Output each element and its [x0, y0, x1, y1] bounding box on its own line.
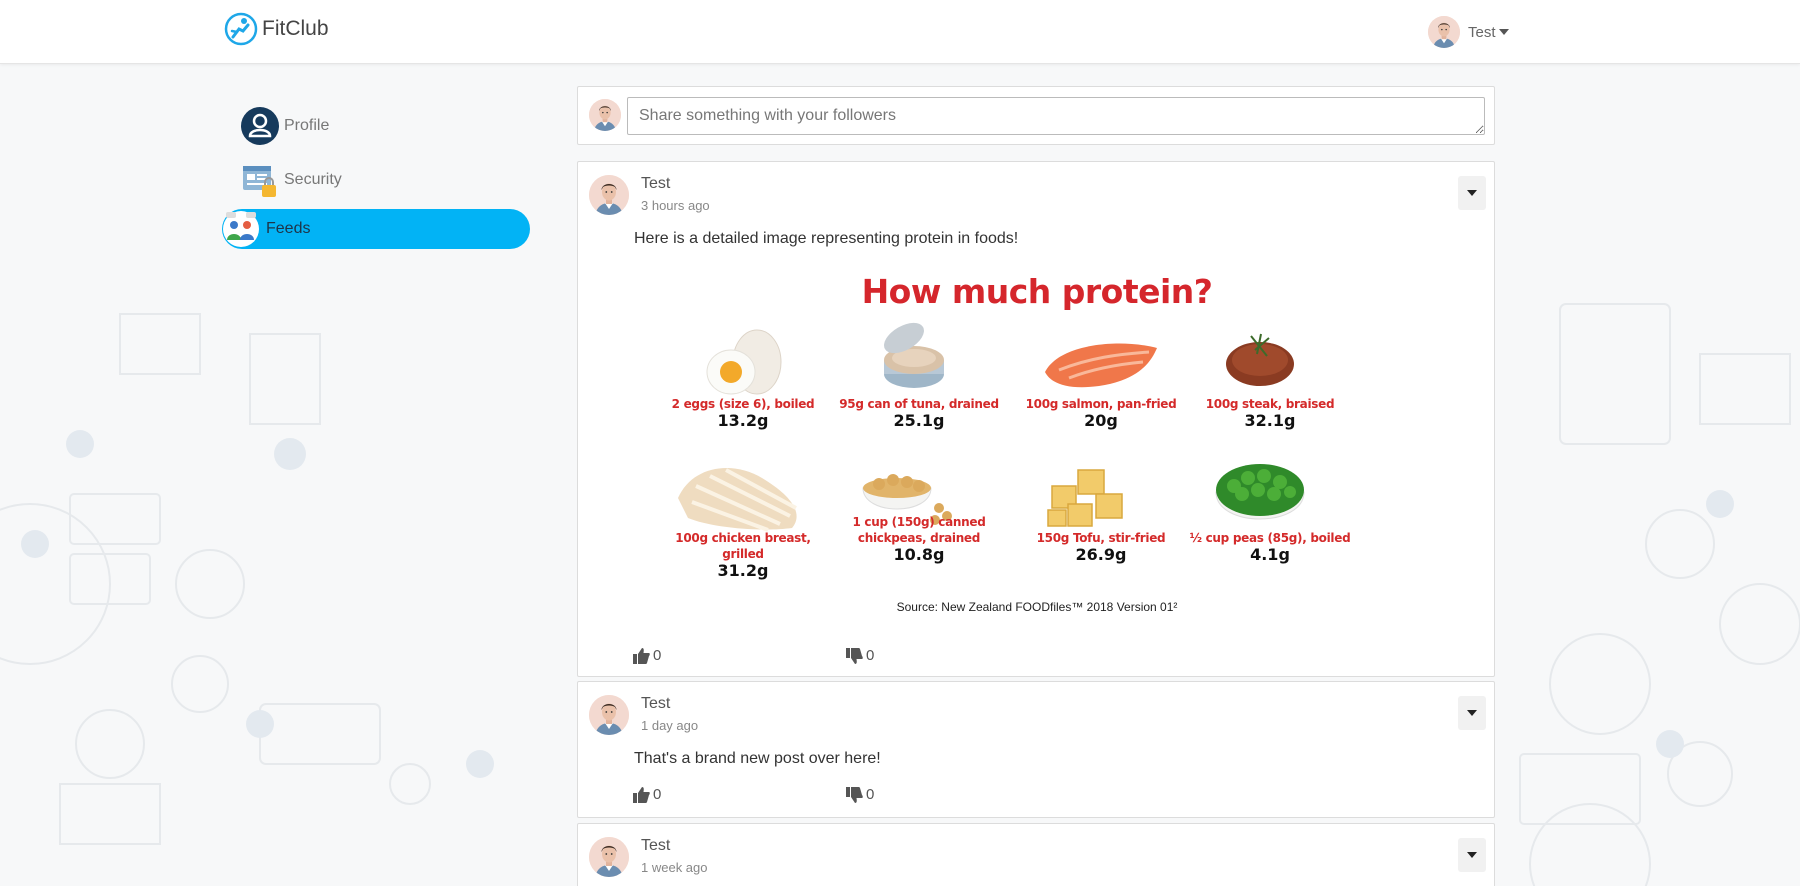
brand-name: FitClub: [262, 17, 329, 40]
food-name: 100g salmon, pan-fried: [1025, 397, 1177, 411]
post-options-button[interactable]: [1458, 838, 1486, 872]
food-item: 100g chicken breast, grilled 31.2g: [655, 530, 831, 580]
user-circle-icon: [241, 107, 279, 145]
food-name: 1 cup (150g) canned chickpeas, drained: [852, 515, 986, 545]
food-item: 100g steak, braised 32.1g: [1182, 396, 1358, 430]
food-item: 150g Tofu, stir-fried 26.9g: [1013, 530, 1189, 564]
protein-value: 31.2g: [717, 561, 769, 580]
post-options-button[interactable]: [1458, 176, 1486, 210]
steak-icon: [1226, 333, 1294, 386]
share-post-input[interactable]: [627, 97, 1485, 135]
thumbs-down-icon: [846, 786, 863, 803]
food-item: 1 cup (150g) canned chickpeas, drained 1…: [831, 514, 1007, 564]
post-text: That's a brand new post over here!: [634, 750, 881, 767]
post-timestamp: 3 hours ago: [641, 198, 710, 213]
caret-down-icon: [1467, 190, 1477, 196]
post-timestamp: 1 day ago: [641, 718, 699, 733]
protein-value: 10.8g: [893, 545, 945, 564]
user-menu-toggle[interactable]: Test: [1428, 16, 1509, 48]
sidebar-item-label: Profile: [284, 117, 330, 134]
post-author-avatar[interactable]: [589, 175, 629, 215]
protein-value: 25.1g: [893, 411, 945, 430]
like-count: 0: [653, 786, 662, 803]
dislike-count: 0: [866, 786, 875, 803]
post-author-avatar[interactable]: [589, 695, 629, 735]
post-author[interactable]: Test: [641, 695, 670, 713]
sidebar-item-feeds[interactable]: Feeds: [222, 209, 530, 249]
tofu-icon: [1047, 469, 1123, 527]
caret-down-icon: [1498, 29, 1509, 35]
food-name: 95g can of tuna, drained: [839, 397, 999, 411]
food-item: 100g salmon, pan-fried 20g: [1013, 396, 1189, 430]
post-author[interactable]: Test: [641, 175, 670, 193]
protein-value: 20g: [1084, 411, 1118, 430]
post-text: Here is a detailed image representing pr…: [634, 230, 1019, 247]
image-title: How much protein?: [861, 272, 1213, 311]
sidebar-item-security[interactable]: Security: [222, 160, 530, 200]
post-composer: [577, 86, 1495, 145]
dislike-count: 0: [866, 647, 875, 664]
like-count: 0: [653, 647, 662, 664]
post-card: Test 1 week ago: [577, 823, 1495, 886]
post-card: Test 3 hours ago Here is a detailed imag…: [577, 161, 1495, 677]
dislike-button[interactable]: 0: [846, 647, 874, 664]
food-item: ½ cup peas (85g), boiled 4.1g: [1182, 530, 1358, 564]
eggs-icon: [706, 329, 782, 395]
feeds-people-icon: [223, 211, 259, 247]
post-author-avatar[interactable]: [589, 837, 629, 877]
protein-value: 32.1g: [1244, 411, 1296, 430]
post-image[interactable]: How much protein? 2 eggs (size 6), boile…: [634, 272, 1440, 614]
post-timestamp: 1 week ago: [641, 860, 708, 875]
brand[interactable]: FitClub: [224, 12, 329, 46]
protein-value: 13.2g: [717, 411, 769, 430]
food-item: 95g can of tuna, drained 25.1g: [831, 396, 1007, 430]
dislike-button[interactable]: 0: [846, 786, 874, 803]
top-navbar: FitClub Test: [0, 0, 1800, 64]
food-item: 2 eggs (size 6), boiled 13.2g: [655, 396, 831, 430]
post-card: Test 1 day ago That's a brand new post o…: [577, 681, 1495, 818]
caret-down-icon: [1467, 852, 1477, 858]
security-lock-icon: [243, 166, 276, 197]
caret-down-icon: [1467, 710, 1477, 716]
sidebar-item-profile[interactable]: Profile: [222, 106, 530, 146]
salmon-icon: [1045, 343, 1157, 388]
like-button[interactable]: 0: [633, 786, 661, 803]
user-name: Test: [1468, 23, 1496, 41]
food-name: 150g Tofu, stir-fried: [1036, 531, 1166, 545]
user-avatar: [1428, 16, 1460, 48]
food-name: ½ cup peas (85g), boiled: [1189, 531, 1351, 545]
food-name: 100g steak, braised: [1205, 397, 1335, 411]
protein-value: 4.1g: [1250, 545, 1290, 564]
food-name: 2 eggs (size 6), boiled: [671, 397, 815, 411]
fitclub-logo-icon: [224, 12, 258, 46]
composer-avatar: [589, 99, 621, 131]
tuna-can-icon: [884, 322, 944, 388]
thumbs-up-icon: [633, 647, 650, 664]
protein-value: 26.9g: [1075, 545, 1127, 564]
image-source: Source: New Zealand FOODfiles™ 2018 Vers…: [896, 600, 1178, 614]
like-button[interactable]: 0: [633, 647, 661, 664]
sidebar-item-label: Security: [284, 171, 342, 188]
post-options-button[interactable]: [1458, 696, 1486, 730]
post-author[interactable]: Test: [641, 837, 670, 855]
thumbs-down-icon: [846, 647, 863, 664]
thumbs-up-icon: [633, 786, 650, 803]
sidebar-item-label: Feeds: [266, 220, 311, 237]
peas-icon: [1215, 464, 1305, 520]
food-name: 100g chicken breast, grilled: [675, 531, 811, 561]
chicken-breast-icon: [678, 467, 797, 532]
